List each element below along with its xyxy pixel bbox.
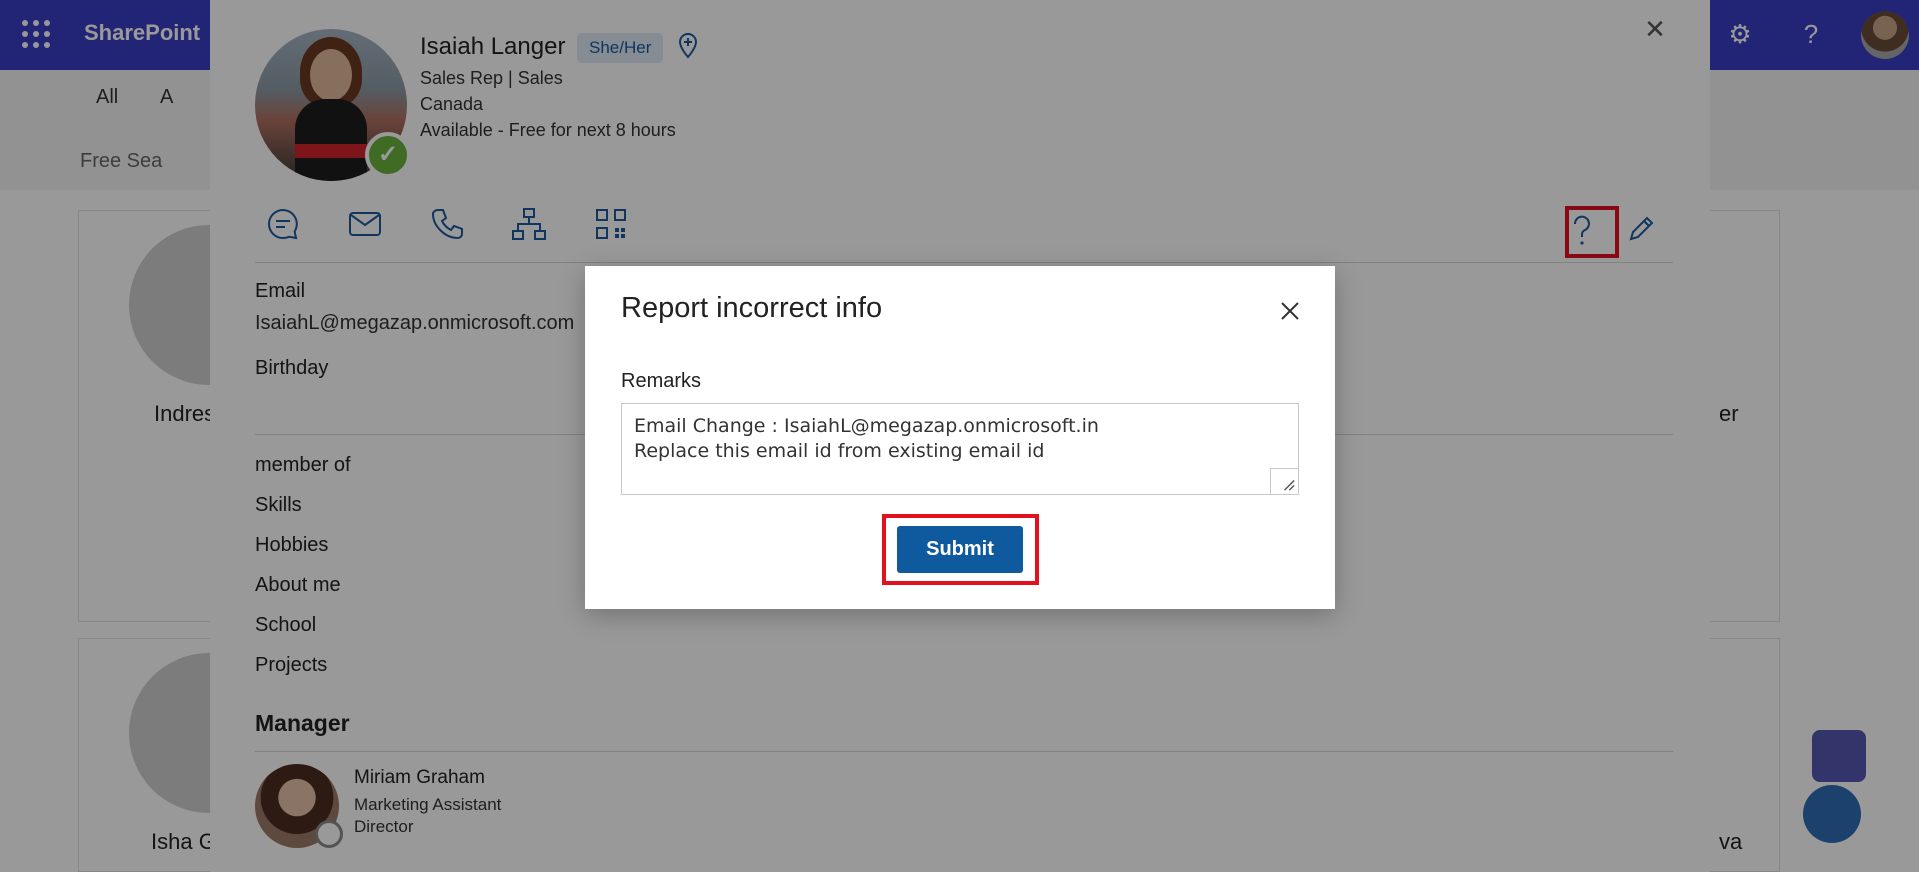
report-incorrect-info-dialog: Report incorrect info Remarks Email Chan… <box>585 266 1335 609</box>
textarea-resize-handle[interactable] <box>1270 468 1298 494</box>
remarks-label: Remarks <box>621 370 702 392</box>
dialog-title: Report incorrect info <box>621 292 883 324</box>
remarks-textarea[interactable]: Email Change : IsaiahL@megazap.onmicroso… <box>621 403 1299 495</box>
dialog-close-icon[interactable] <box>1275 296 1305 326</box>
highlight-box <box>882 514 1039 585</box>
